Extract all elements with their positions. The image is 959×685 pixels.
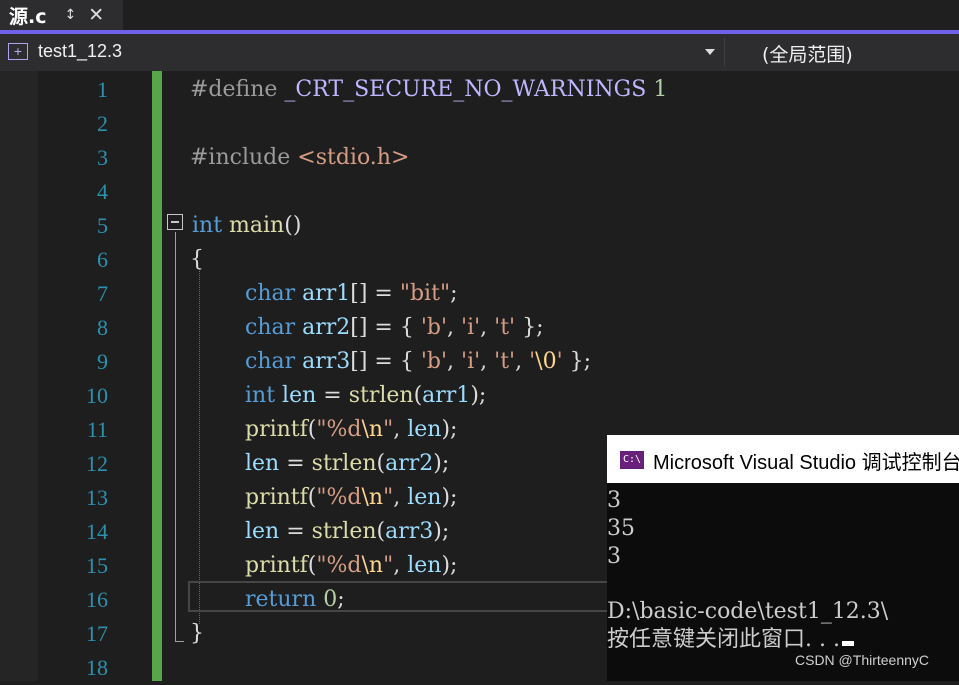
divider [724, 38, 725, 66]
code-line[interactable]: #include <stdio.h> [190, 141, 409, 175]
debug-console-window[interactable]: C:\ Microsoft Visual Studio 调试控制台 3 35 3… [607, 435, 959, 681]
code-line[interactable]: len = strlen(arr2); [245, 447, 449, 481]
indent-guide [199, 268, 200, 624]
console-output-line: 3 [607, 544, 621, 569]
watermark: CSDN @ThirteennyC [795, 652, 930, 668]
console-title: Microsoft Visual Studio 调试控制台 [653, 452, 959, 474]
line-number: 11 [86, 417, 108, 442]
navigation-bar: + test1_12.3 (全局范围) [0, 34, 959, 71]
pin-icon[interactable]: ↕ [64, 7, 76, 23]
code-line[interactable]: printf("%d\n", len); [245, 481, 457, 515]
console-output-line: 35 [607, 516, 635, 541]
line-number: 1 [97, 77, 108, 102]
code-line[interactable]: int main() [192, 209, 301, 243]
console-path-line: D:\basic-code\test1_12.3\ [607, 599, 889, 624]
code-line[interactable]: char arr1[] = "bit"; [245, 277, 457, 311]
code-line[interactable]: #define _CRT_SECURE_NO_WARNINGS 1 [190, 73, 667, 107]
line-number: 6 [97, 247, 108, 272]
line-number: 3 [97, 145, 108, 170]
code-line[interactable]: char arr2[] = { 'b', 'i', 't' }; [245, 311, 544, 345]
line-number: 8 [97, 315, 108, 340]
line-number: 17 [86, 621, 108, 646]
line-number: 9 [97, 349, 108, 374]
tab-bar: 源.c ↕ ✕ [0, 0, 959, 30]
console-output-line: 3 [607, 488, 621, 513]
line-number: 15 [86, 553, 108, 578]
line-number: 2 [97, 111, 108, 136]
console-title-bar[interactable]: C:\ Microsoft Visual Studio 调试控制台 [607, 435, 959, 483]
code-line[interactable]: printf("%d\n", len); [245, 413, 457, 447]
line-number: 4 [97, 179, 108, 204]
code-line[interactable]: } [190, 617, 204, 651]
fold-line-end [175, 641, 184, 642]
line-number: 5 [97, 213, 108, 238]
code-line[interactable]: len = strlen(arr3); [245, 515, 449, 549]
console-cursor [841, 641, 854, 646]
code-line[interactable]: int len = strlen(arr1); [245, 379, 486, 413]
close-icon[interactable]: ✕ [88, 4, 104, 26]
glyph-margin [0, 71, 38, 681]
line-number: 7 [97, 281, 108, 306]
line-number: 10 [86, 383, 108, 408]
project-icon: + [8, 43, 28, 60]
line-number: 13 [86, 485, 108, 510]
console-app-icon: C:\ [620, 451, 644, 469]
code-line[interactable]: return 0; [245, 583, 345, 617]
change-tracking-bar [152, 71, 162, 681]
line-number: 16 [86, 587, 108, 612]
line-number: 14 [86, 519, 108, 544]
project-dropdown[interactable]: test1_12.3 [38, 41, 122, 62]
scope-dropdown[interactable]: (全局范围) [762, 40, 853, 67]
tab-source-file[interactable]: 源.c ↕ ✕ [0, 0, 123, 30]
line-number: 12 [86, 451, 108, 476]
code-line[interactable]: { [190, 243, 204, 277]
line-number: 18 [86, 655, 108, 680]
console-prompt-line: 按任意键关闭此窗口. . . [607, 626, 854, 654]
code-line[interactable]: printf("%d\n", len); [245, 549, 457, 583]
code-line[interactable]: char arr3[] = { 'b', 'i', 't', '\0' }; [245, 345, 591, 379]
chevron-down-icon[interactable] [705, 49, 715, 55]
collapse-toggle-icon[interactable] [167, 214, 183, 230]
fold-line [175, 232, 176, 642]
tab-title: 源.c [9, 5, 47, 28]
